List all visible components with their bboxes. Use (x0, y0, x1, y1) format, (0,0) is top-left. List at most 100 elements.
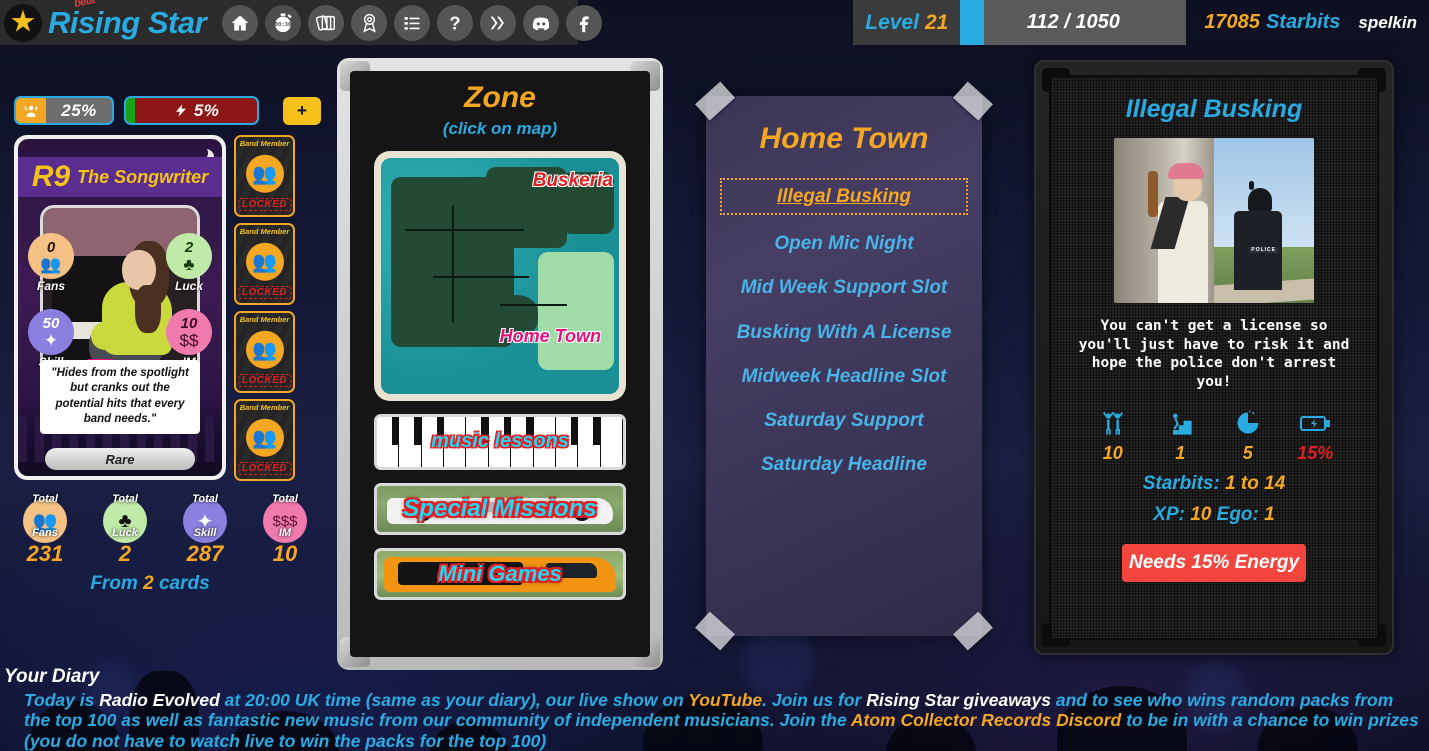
energy-meter[interactable]: 5% (124, 96, 259, 125)
award-icon[interactable] (351, 4, 388, 41)
mission-stat-xp-value: 1 (1175, 443, 1186, 464)
total-skill: Total ✦ Skill 287 (174, 493, 236, 567)
diary-t2: at 20:00 UK time ( (219, 689, 372, 710)
mission-description: You can't get a license so you'll just h… (1078, 318, 1350, 390)
total-im-top: Total (272, 493, 298, 505)
card-and-slots: R9 The Songwriter 0 👥 Fans 2 ♣ Luck 50 ✦… (0, 125, 330, 481)
fans-meter[interactable]: 25% (14, 96, 114, 125)
help-icon[interactable]: ? (437, 4, 474, 41)
total-skill-top: Total (192, 493, 218, 505)
mission-starbits-line: Starbits: 1 to 14 (1065, 473, 1363, 495)
special-missions-button[interactable]: Special Missions (374, 483, 626, 535)
level-value: 21 (924, 10, 949, 34)
discord-icon[interactable] (523, 4, 560, 41)
band-members-icon: 👥 (245, 154, 284, 193)
mission-stat-xp: 1 (1149, 407, 1211, 464)
total-fans: Total 👥 Fans 231 (14, 493, 76, 567)
xp-reward-value: 10 (1190, 504, 1212, 526)
ego-label: Ego: (1216, 504, 1259, 526)
level-label: Level (865, 10, 919, 34)
mission-item-open-mic-night[interactable]: Open Mic Night (720, 232, 968, 255)
diary-show-name: Radio Evolved (99, 689, 220, 710)
starbits-reward-label: Starbits: (1142, 473, 1220, 495)
starbits-reward-range: 1 to 14 (1225, 473, 1286, 495)
band-member-slot[interactable]: Band Member 👥 LOCKED (234, 399, 295, 481)
band-slot-title: Band Member (239, 403, 290, 412)
add-energy-button[interactable]: + (283, 96, 321, 125)
card-stat-fans-value: 0 (46, 238, 56, 256)
list-icon[interactable] (394, 4, 431, 41)
diary-youtube-link[interactable]: YouTube (688, 690, 762, 710)
meters-row: 25% 5% + (0, 48, 330, 125)
mission-stat-fans-value: 10 (1102, 443, 1123, 464)
mission-xp-ego-line: XP: 10 Ego: 1 (1065, 504, 1363, 526)
home-icon[interactable] (222, 4, 259, 41)
mission-item-mid-week-support-slot[interactable]: Mid Week Support Slot (720, 276, 968, 299)
mission-item-busking-with-a-license[interactable]: Busking With A License (720, 321, 968, 344)
music-lessons-button[interactable]: music lessons (374, 414, 626, 470)
band-slot-status: LOCKED (237, 374, 292, 387)
diary-heading: Your Diary (4, 665, 100, 687)
total-luck: Total ♣ Luck 2 (94, 493, 156, 567)
card-stat-luck: 2 ♣ Luck (166, 233, 212, 293)
from-count: 2 (143, 573, 154, 594)
band-member-slot[interactable]: Band Member 👥 LOCKED (234, 135, 295, 217)
left-column: 25% 5% + R9 The Songwriter 0 👥 Fans 2 ♣ … (0, 48, 330, 595)
clover-icon: ♣ (183, 254, 195, 274)
from-cards-text: From 2 cards (0, 567, 300, 595)
mission-poster: Home Town Illegal Busking Open Mic Night… (695, 81, 993, 651)
logo-and-nav: ★ beta Rising Star 00:30 ? (0, 0, 603, 45)
xp-stairs-icon (1149, 407, 1211, 439)
diary-t4: . Join us for (762, 689, 867, 710)
start-mission-button[interactable]: Needs 15% Energy (1122, 544, 1306, 583)
card-stat-luck-value: 2 (184, 238, 194, 256)
ego-value: 1 (1264, 504, 1275, 526)
starbits-value: 17085 (1204, 11, 1260, 33)
mini-games-button[interactable]: Mini Games (374, 548, 626, 600)
total-skill-label: Skill (193, 527, 217, 539)
mission-item-saturday-support[interactable]: Saturday Support (720, 409, 968, 432)
app-title-text: Rising Star (48, 4, 207, 40)
total-im-value: 10 (272, 541, 298, 566)
facebook-icon[interactable] (566, 4, 603, 41)
band-member-slots: Band Member 👥 LOCKED Band Member 👥 LOCKE… (234, 135, 295, 481)
mission-item-saturday-headline[interactable]: Saturday Headline (720, 453, 968, 476)
from-prefix: From (90, 573, 138, 594)
total-luck-value: 2 (118, 541, 132, 566)
username-display[interactable]: spelkin (1354, 0, 1429, 45)
star-logo-icon[interactable]: ★ (4, 3, 42, 42)
total-luck-top: Total (112, 493, 138, 505)
zone-panel: Zone (click on map) Buskeria Home Town m… (337, 58, 663, 670)
hive-icon[interactable] (480, 4, 517, 41)
diary-t3: ), our live show on (530, 689, 689, 710)
player-card[interactable]: R9 The Songwriter 0 👥 Fans 2 ♣ Luck 50 ✦… (14, 135, 226, 480)
mission-list: Illegal Busking Open Mic Night Mid Week … (706, 156, 982, 476)
fans-meter-value: 25% (61, 100, 97, 120)
app-title[interactable]: beta Rising Star (48, 0, 212, 41)
band-member-slot[interactable]: Band Member 👥 LOCKED (234, 223, 295, 305)
xp-progress-fill (960, 0, 985, 45)
cards-icon[interactable] (308, 4, 345, 41)
total-luck-label: Luck (112, 527, 138, 539)
total-im-label: IM (278, 527, 292, 539)
mission-item-illegal-busking[interactable]: Illegal Busking (720, 178, 968, 216)
zone-map[interactable]: Buskeria Home Town (374, 151, 626, 401)
timer-icon[interactable]: 00:30 (265, 4, 302, 41)
card-name: The Songwriter (77, 166, 209, 187)
diary-italic-3: have to watch live to win the packs for … (124, 730, 547, 751)
mini-games-label: Mini Games (438, 561, 562, 586)
card-stat-luck-label: Luck (174, 279, 203, 293)
mission-item-midweek-headline-slot[interactable]: Midweek Headline Slot (720, 365, 968, 388)
total-im: Total $$$ IM 10 (254, 493, 316, 567)
diary-t6: 100 as well as fantastic new music from … (87, 710, 851, 731)
diary-discord-link[interactable]: Atom Collector Records Discord (851, 710, 1121, 730)
from-suffix: cards (158, 573, 210, 594)
battery-energy-icon (1284, 407, 1346, 439)
diary-t1: Today is (24, 689, 100, 710)
band-slot-title: Band Member (239, 315, 290, 324)
tape-corner (953, 611, 993, 651)
band-member-slot[interactable]: Band Member 👥 LOCKED (234, 311, 295, 393)
starbits-display: 17085 Starbits (1186, 0, 1354, 45)
energy-meter-text: 5% (193, 100, 220, 120)
band-slot-status: LOCKED (237, 462, 292, 475)
